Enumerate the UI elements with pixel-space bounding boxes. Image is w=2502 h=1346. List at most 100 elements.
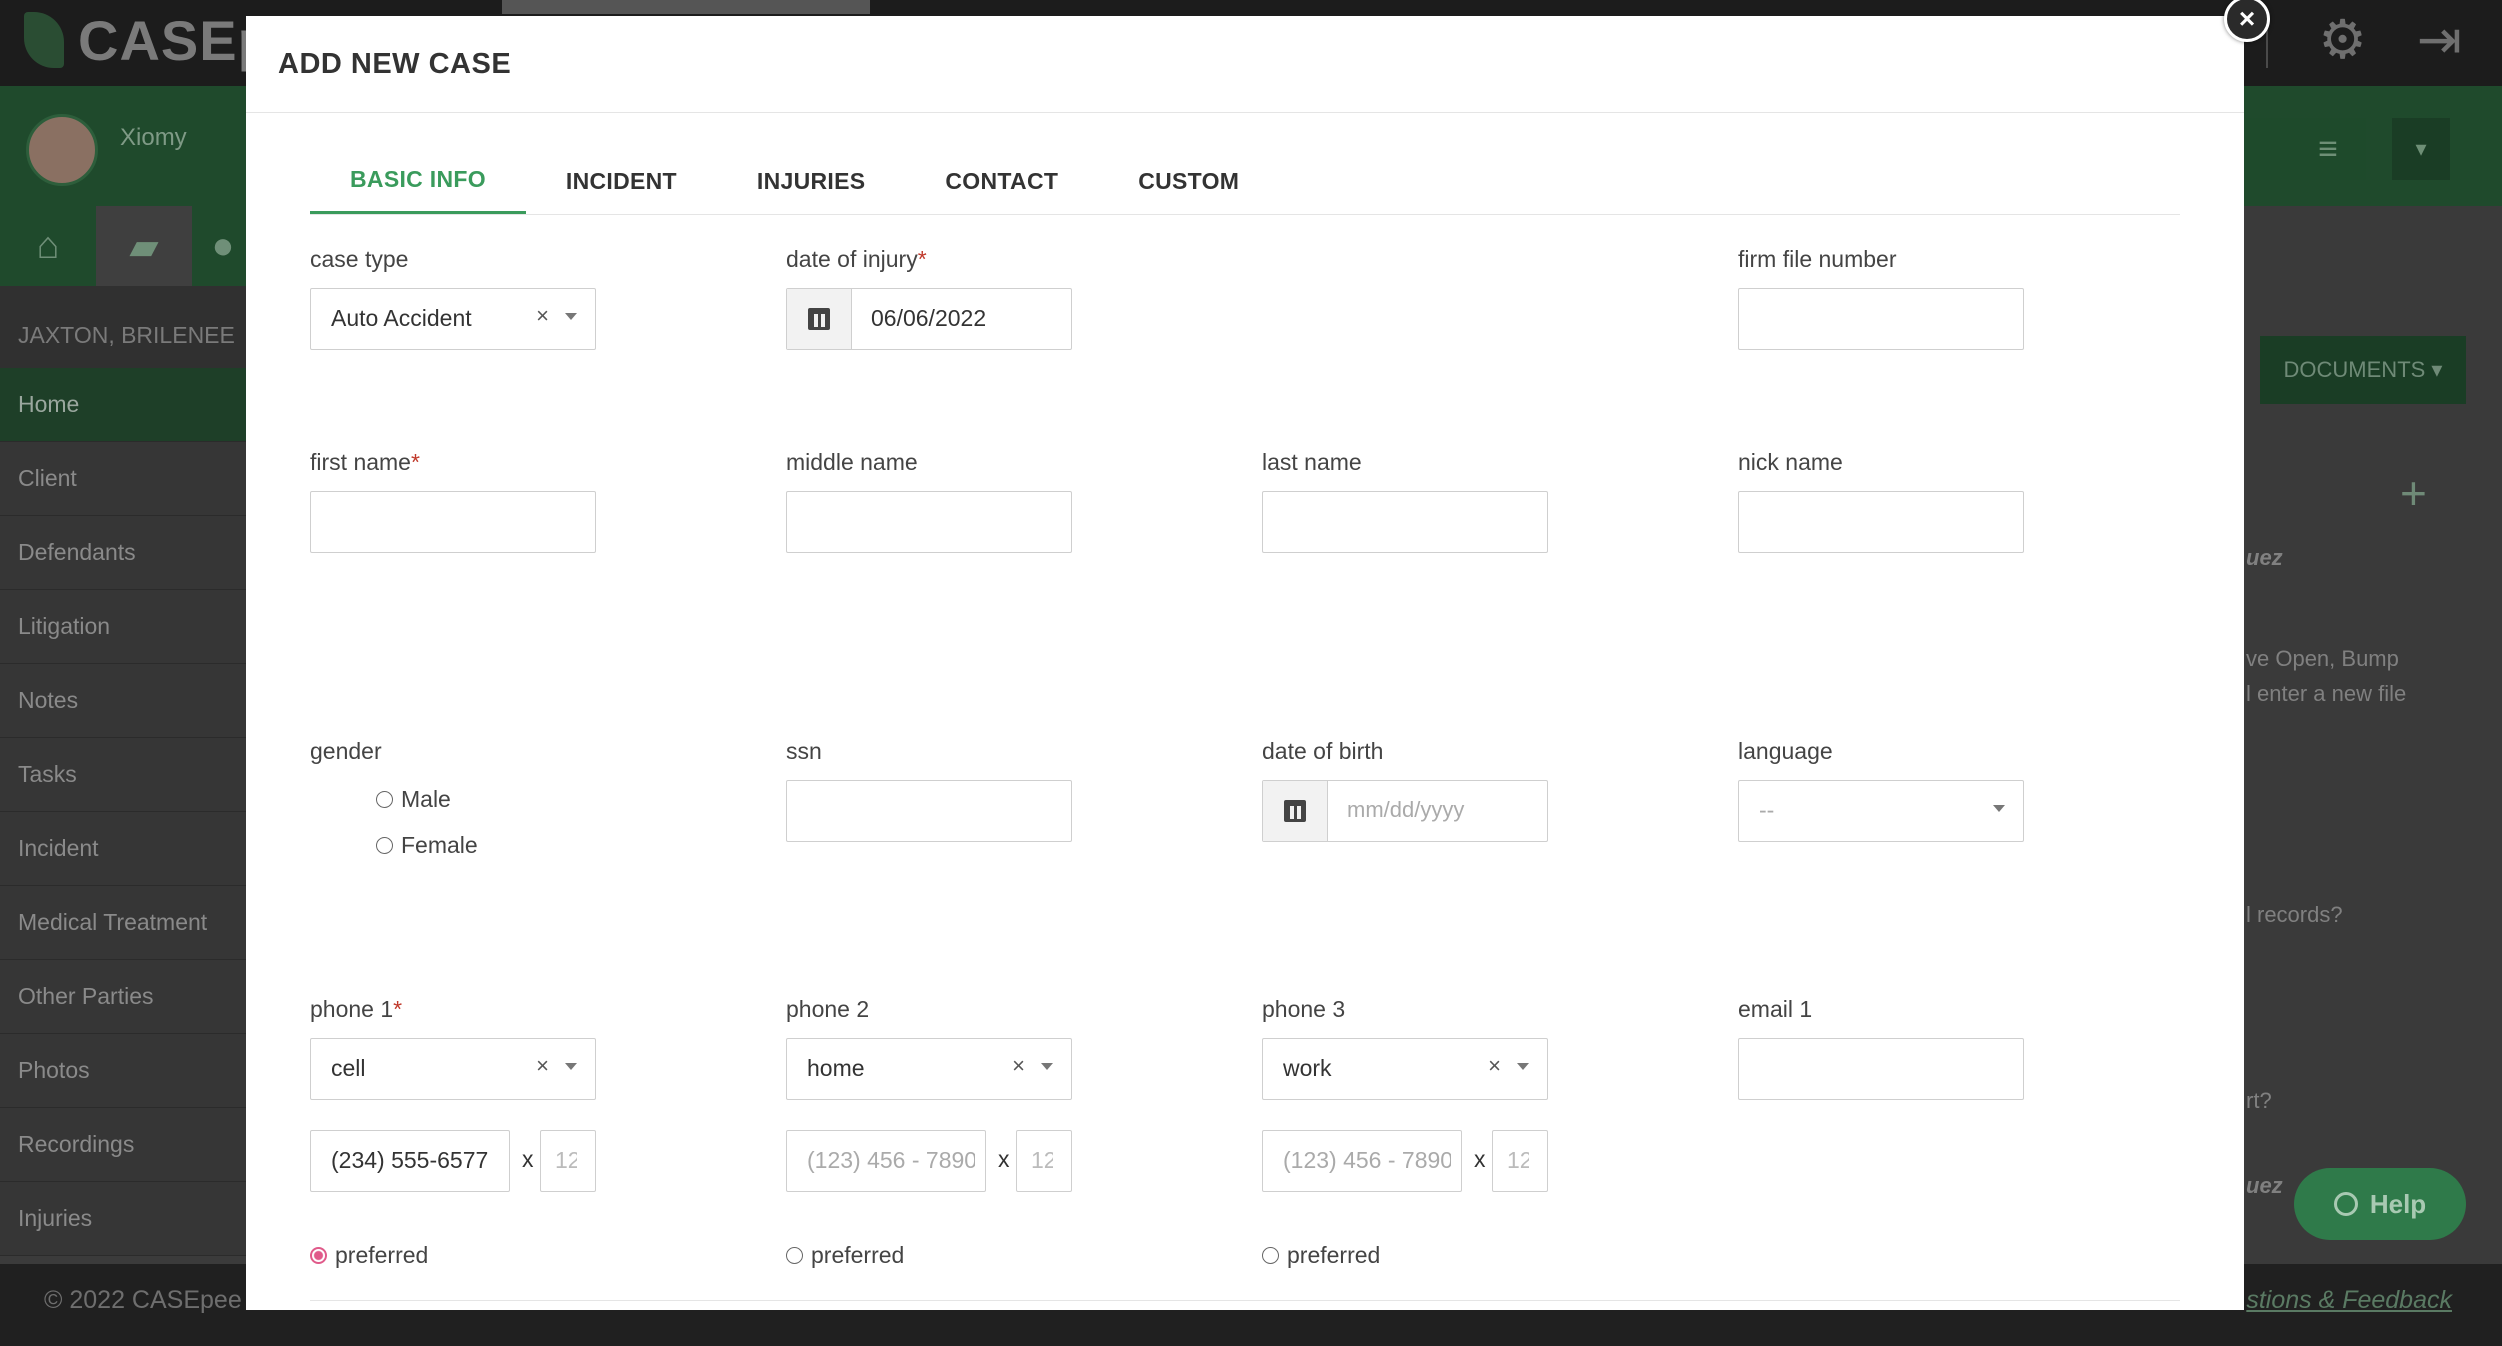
chevron-down-icon[interactable] xyxy=(565,313,577,320)
sidebar-item-litigation[interactable]: Litigation xyxy=(0,590,246,664)
phone-3-number-input[interactable]: (123) 456 - 7890 xyxy=(1262,1130,1462,1192)
last-name-label: last name xyxy=(1262,449,1362,475)
sidebar-item-home[interactable]: Home xyxy=(0,368,246,442)
phone-1-extension-placeholder: 12 xyxy=(555,1147,577,1173)
phone-3-preferred-radio[interactable] xyxy=(1262,1247,1279,1264)
phone-3-number-placeholder: (123) 456 - 7890 xyxy=(1283,1147,1451,1173)
chevron-down-icon[interactable] xyxy=(1041,1063,1053,1070)
sidebar-item-recordings[interactable]: Recordings xyxy=(0,1108,246,1182)
feedback-link[interactable]: stions & Feedback xyxy=(2246,1286,2452,1315)
case-type-select[interactable]: Auto Accident × xyxy=(310,288,596,350)
tab-injuries[interactable]: INJURIES xyxy=(717,148,905,214)
nick-name-input[interactable] xyxy=(1738,491,2024,553)
gender-male-radio[interactable] xyxy=(376,791,393,808)
language-select[interactable]: -- xyxy=(1738,780,2024,842)
brand-text: CASEp xyxy=(78,8,273,72)
phone-2-label: phone 2 xyxy=(786,996,870,1022)
sidebar-item-incident[interactable]: Incident xyxy=(0,812,246,886)
gender-male-option[interactable]: Male xyxy=(376,786,451,813)
phone-1-preferred-radio[interactable] xyxy=(310,1247,327,1264)
email-1-label: email 1 xyxy=(1738,996,1813,1022)
firm-file-number-label: firm file number xyxy=(1738,246,1897,272)
help-button[interactable]: Help xyxy=(2294,1168,2466,1240)
phone-1-field: phone 1* cell × (234) 555-6577 x 12 pref… xyxy=(310,996,710,1276)
middle-name-input[interactable] xyxy=(786,491,1072,553)
case-type-field: case type Auto Accident × xyxy=(310,246,596,350)
sidebar-item-medical-treatment[interactable]: Medical Treatment xyxy=(0,886,246,960)
divider xyxy=(310,1300,2180,1301)
ssn-field: ssn xyxy=(786,738,1072,842)
email-1-field: email 1 xyxy=(1738,996,2024,1100)
phone-2-number-input[interactable]: (123) 456 - 7890 xyxy=(786,1130,986,1192)
ssn-input[interactable] xyxy=(786,780,1072,842)
clear-icon[interactable]: × xyxy=(1488,1053,1501,1079)
phone-2-preferred-option[interactable]: preferred xyxy=(786,1242,904,1269)
nick-name-field: nick name xyxy=(1738,449,2024,553)
phone-3-extension-input[interactable]: 12 xyxy=(1492,1130,1548,1192)
gear-icon[interactable]: ⚙ xyxy=(2318,10,2366,70)
last-name-field: last name xyxy=(1262,449,1548,553)
phone-3-preferred-option[interactable]: preferred xyxy=(1262,1242,1380,1269)
chevron-down-icon[interactable] xyxy=(1517,1063,1529,1070)
note-text: l records? xyxy=(2246,902,2343,927)
sidebar-item-defendants[interactable]: Defendants xyxy=(0,516,246,590)
phone-1-number-input[interactable]: (234) 555-6577 xyxy=(310,1130,510,1192)
phone-2-extension-input[interactable]: 12 xyxy=(1016,1130,1072,1192)
last-name-input[interactable] xyxy=(1262,491,1548,553)
first-name-field: first name* xyxy=(310,449,596,553)
sidebar: Home Client Defendants Litigation Notes … xyxy=(0,368,246,1256)
phone-1-extension-input[interactable]: 12 xyxy=(540,1130,596,1192)
language-field: language -- xyxy=(1738,738,2024,842)
chevron-down-icon[interactable] xyxy=(565,1063,577,1070)
gender-male-label: Male xyxy=(401,786,451,812)
phone-2-preferred-radio[interactable] xyxy=(786,1247,803,1264)
users-icon[interactable]: ● xyxy=(200,206,246,286)
tab-basic-info[interactable]: BASIC INFO xyxy=(310,148,526,214)
middle-name-label: middle name xyxy=(786,449,918,475)
sidebar-item-client[interactable]: Client xyxy=(0,442,246,516)
menu-icon[interactable]: ≡ xyxy=(2290,118,2366,180)
phone-3-type-value: work xyxy=(1283,1055,1332,1081)
firm-file-number-input[interactable] xyxy=(1738,288,2024,350)
sidebar-item-other-parties[interactable]: Other Parties xyxy=(0,960,246,1034)
clear-icon[interactable]: × xyxy=(536,303,549,329)
date-of-birth-input[interactable]: mm/dd/yyyy xyxy=(1262,780,1548,842)
date-of-birth-field: date of birth mm/dd/yyyy xyxy=(1262,738,1548,842)
home-icon[interactable]: ⌂ xyxy=(0,206,96,286)
sidebar-item-injuries[interactable]: Injuries xyxy=(0,1182,246,1256)
modal-tabs: BASIC INFO INCIDENT INJURIES CONTACT CUS… xyxy=(310,148,2180,215)
chevron-down-icon[interactable] xyxy=(1993,805,2005,812)
phone-1-preferred-option[interactable]: preferred xyxy=(310,1242,428,1269)
plus-icon[interactable]: + xyxy=(2400,466,2427,520)
phone-2-type-select[interactable]: home × xyxy=(786,1038,1072,1100)
chevron-down-icon[interactable]: ▾ xyxy=(2392,118,2450,180)
phone-2-preferred-label: preferred xyxy=(811,1242,905,1268)
sidebar-item-notes[interactable]: Notes xyxy=(0,664,246,738)
sidebar-item-tasks[interactable]: Tasks xyxy=(0,738,246,812)
documents-button[interactable]: DOCUMENTS ▾ xyxy=(2260,336,2466,404)
gender-female-radio[interactable] xyxy=(376,837,393,854)
logout-icon[interactable]: ⇥ xyxy=(2417,10,2462,70)
date-of-injury-field: date of injury* 06/06/2022 xyxy=(786,246,1072,350)
note-author: uez xyxy=(2246,1173,2283,1198)
tab-contact[interactable]: CONTACT xyxy=(905,148,1098,214)
email-1-input[interactable] xyxy=(1738,1038,2024,1100)
phone-1-type-select[interactable]: cell × xyxy=(310,1038,596,1100)
date-of-injury-input[interactable]: 06/06/2022 xyxy=(786,288,1072,350)
header-icons: ⚙ ⇥ xyxy=(2266,10,2462,70)
phone-3-type-select[interactable]: work × xyxy=(1262,1038,1548,1100)
clear-icon[interactable]: × xyxy=(536,1053,549,1079)
help-label: Help xyxy=(2369,1188,2427,1219)
tab-incident[interactable]: INCIDENT xyxy=(526,148,717,214)
gender-female-label: Female xyxy=(401,832,478,858)
folder-icon[interactable]: ▰ xyxy=(96,206,192,286)
gender-female-option[interactable]: Female xyxy=(376,832,478,859)
avatar[interactable] xyxy=(26,114,98,186)
first-name-input[interactable] xyxy=(310,491,596,553)
sidebar-item-photos[interactable]: Photos xyxy=(0,1034,246,1108)
tab-custom[interactable]: CUSTOM xyxy=(1098,148,1279,214)
calendar-button[interactable] xyxy=(787,289,852,349)
clear-icon[interactable]: × xyxy=(1012,1053,1025,1079)
language-label: language xyxy=(1738,738,1833,764)
calendar-button[interactable] xyxy=(1263,781,1328,841)
